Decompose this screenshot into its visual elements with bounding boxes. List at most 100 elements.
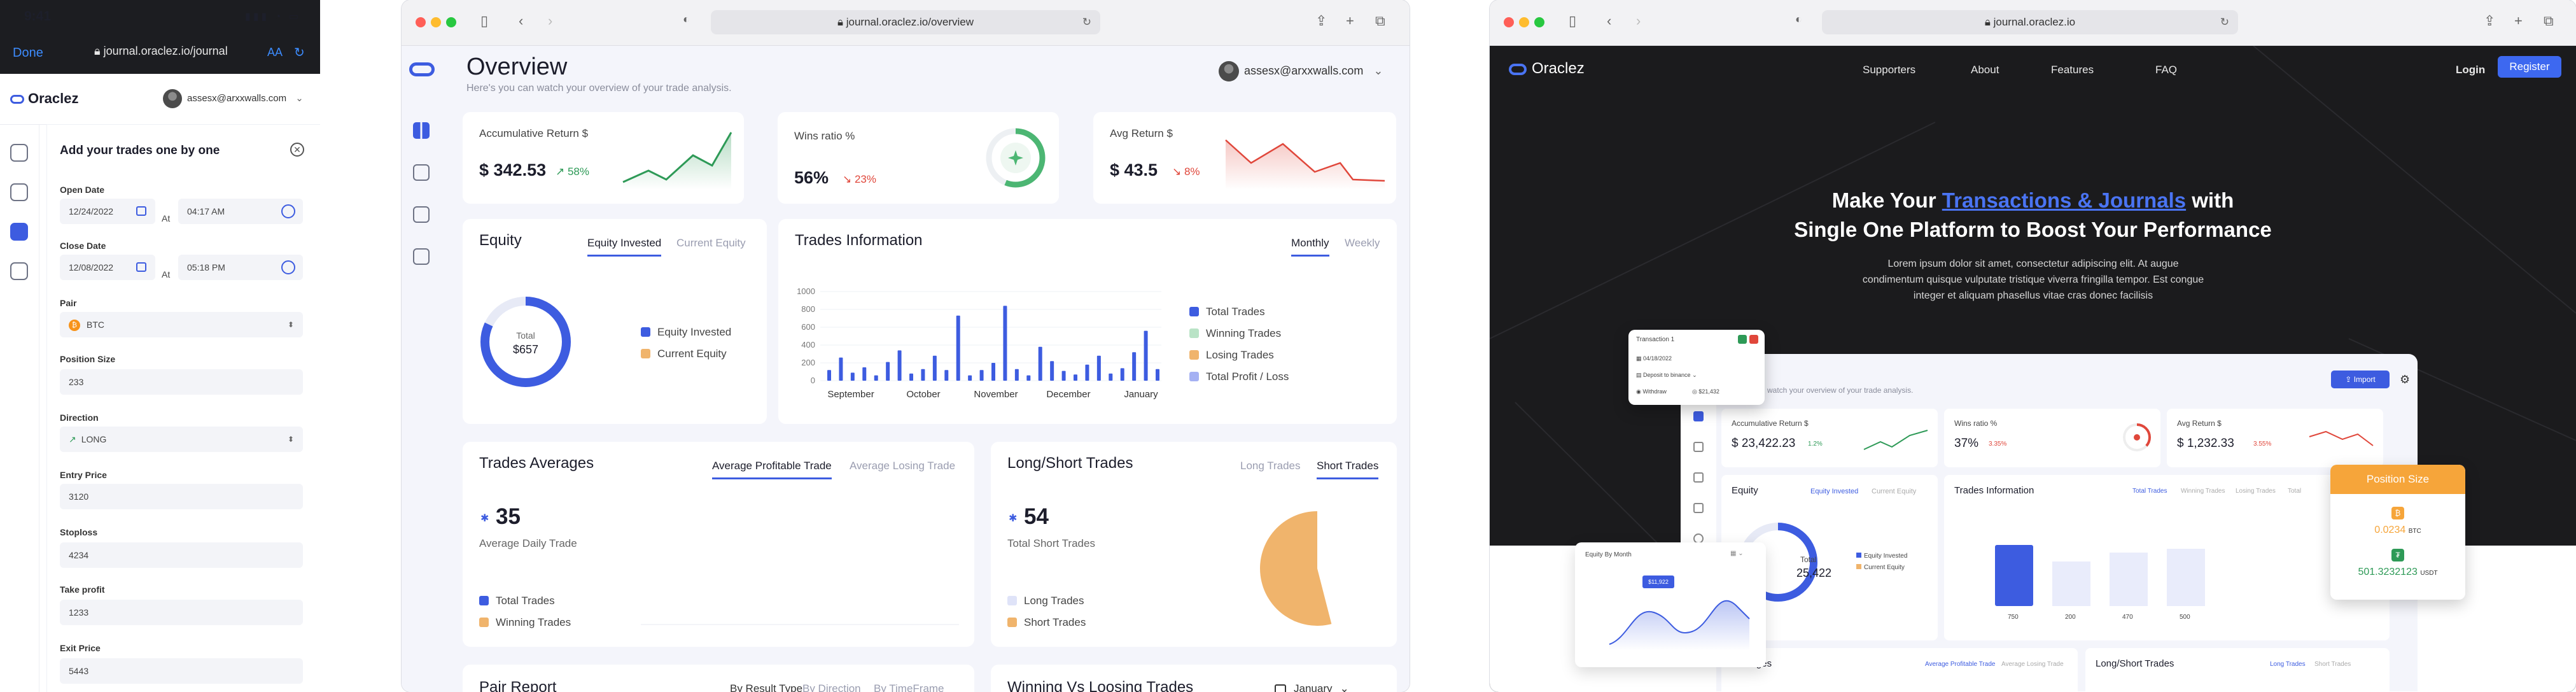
bar[interactable] — [968, 375, 972, 381]
login-button[interactable]: Login — [2456, 64, 2485, 76]
preview-tab-avg-losing[interactable]: Average Losing Trade — [2001, 661, 2064, 668]
bar[interactable] — [1074, 374, 1077, 381]
back-icon[interactable]: ‹ — [1607, 13, 1611, 29]
stoploss-input[interactable]: 4234 — [60, 542, 303, 568]
share-icon[interactable]: ⇪ — [2484, 13, 2495, 29]
minimize-window-button[interactable] — [1519, 17, 1529, 27]
bar[interactable] — [1120, 368, 1124, 381]
bar[interactable] — [1014, 369, 1019, 381]
maximize-window-button[interactable] — [446, 17, 456, 27]
close-icon[interactable]: ✕ — [290, 143, 304, 157]
tab-by-timeframe[interactable]: By TimeFrame — [874, 682, 944, 692]
reports-icon[interactable] — [1693, 503, 1704, 513]
dashboard-icon[interactable] — [1693, 411, 1704, 421]
bar[interactable] — [874, 375, 878, 381]
tab-current-equity[interactable]: Current Equity — [676, 237, 746, 255]
edit-icon[interactable] — [1738, 335, 1747, 344]
reload-icon[interactable]: ↻ — [294, 45, 305, 60]
dashboard-icon[interactable] — [413, 122, 430, 139]
address-bar[interactable]: 🔒︎ journal.oraclez.io ↻ — [1822, 10, 2238, 34]
trades-icon[interactable] — [10, 183, 28, 201]
journal-icon[interactable] — [1693, 472, 1704, 483]
bar[interactable] — [1156, 369, 1159, 381]
tab-average-losing[interactable]: Average Losing Trade — [850, 460, 955, 477]
bar[interactable] — [932, 355, 937, 381]
tab-overview-icon[interactable]: ⧉ — [1375, 13, 1385, 29]
preview-tab-long[interactable]: Long Trades — [2270, 661, 2306, 668]
trades-icon[interactable] — [1693, 442, 1704, 452]
take-profit-input[interactable]: 1233 — [60, 600, 303, 625]
bar[interactable] — [1050, 361, 1054, 381]
bar[interactable] — [897, 350, 902, 381]
nav-faq[interactable]: FAQ — [2155, 64, 2177, 76]
forward-icon[interactable]: › — [548, 13, 552, 29]
pair-select[interactable]: ₿ BTC ⬍ — [60, 312, 303, 337]
direction-select[interactable]: ↗ LONG ⬍ — [60, 427, 303, 452]
new-tab-icon[interactable]: + — [2514, 13, 2523, 29]
tab-weekly[interactable]: Weekly — [1345, 237, 1380, 255]
tab-by-direction[interactable]: By Direction — [802, 682, 861, 692]
reports-icon[interactable] — [413, 248, 430, 265]
position-size-input[interactable]: 233 — [60, 369, 303, 395]
clock-icon[interactable] — [281, 260, 295, 274]
preview-tab-avg-profitable[interactable]: Average Profitable Trade — [1925, 661, 1995, 668]
kpi-card-avg-return[interactable]: Avg Return $ $ 43.5 ↘ 8% — [1093, 112, 1396, 204]
gear-icon[interactable]: ⚙ — [2400, 373, 2410, 386]
phone-user-menu[interactable]: assesx@arxxwalls.com ⌄ — [163, 89, 304, 108]
delete-icon[interactable] — [1749, 335, 1758, 344]
calendar-icon[interactable]: ▦ ⌄ — [1730, 550, 1744, 557]
bar[interactable] — [1144, 330, 1148, 381]
address-bar[interactable]: 🔒︎ journal.oraclez.io/overview ↻ — [711, 10, 1100, 34]
reports-icon[interactable] — [10, 262, 28, 280]
bar[interactable] — [1061, 371, 1066, 381]
tab-equity-invested[interactable]: Equity Invested — [587, 237, 662, 257]
bar[interactable] — [991, 363, 995, 381]
preview-tab-total[interactable]: Total — [2288, 488, 2301, 495]
close-window-button[interactable] — [416, 17, 426, 27]
bar[interactable] — [1003, 306, 1007, 381]
bar[interactable] — [886, 362, 890, 381]
calendar-icon[interactable] — [136, 262, 146, 272]
bar[interactable] — [1096, 355, 1101, 381]
done-button[interactable]: Done — [13, 46, 43, 60]
bar[interactable] — [1109, 373, 1113, 381]
preview-tab-current-equity[interactable]: Current Equity — [1872, 488, 1916, 495]
minimize-window-button[interactable] — [431, 17, 441, 27]
close-window-button[interactable] — [1504, 17, 1514, 27]
bar[interactable] — [1132, 352, 1137, 381]
nav-about[interactable]: About — [1971, 64, 1999, 76]
register-button[interactable]: Register — [2498, 56, 2561, 78]
bar[interactable] — [909, 373, 913, 381]
landing-logo[interactable]: Oraclez — [1509, 60, 1585, 78]
reload-icon[interactable]: ↻ — [2220, 10, 2229, 34]
preview-tab-total-trades[interactable]: Total Trades — [2132, 488, 2167, 495]
nav-supporters[interactable]: Supporters — [1863, 64, 1915, 76]
phone-url-bar[interactable]: 🔒︎ journal.oraclez.io/journal — [94, 45, 228, 58]
tab-average-profitable[interactable]: Average Profitable Trade — [712, 460, 832, 479]
bar[interactable] — [862, 367, 867, 381]
pie-slice-short[interactable] — [1260, 511, 1332, 626]
preview-tab-winning-trades[interactable]: Winning Trades — [2181, 488, 2225, 495]
journal-icon[interactable] — [10, 223, 28, 241]
tab-long-trades[interactable]: Long Trades — [1240, 460, 1301, 477]
text-size-button[interactable]: AA — [267, 46, 283, 59]
import-button[interactable]: ⇪ Import — [2331, 371, 2390, 388]
bar[interactable] — [921, 369, 925, 381]
tab-overview-icon[interactable]: ⧉ — [2544, 13, 2554, 29]
bar[interactable] — [839, 357, 843, 381]
month-picker[interactable]: January ⌄ — [1275, 682, 1349, 692]
dashboard-icon[interactable] — [10, 144, 28, 162]
sidebar-toggle-icon[interactable]: ▯ — [1569, 13, 1576, 29]
nav-features[interactable]: Features — [2051, 64, 2094, 76]
tab-short-trades[interactable]: Short Trades — [1317, 460, 1379, 479]
forward-icon[interactable]: › — [1636, 13, 1641, 29]
bar[interactable] — [827, 370, 831, 381]
maximize-window-button[interactable] — [1534, 17, 1544, 27]
bar[interactable] — [944, 370, 949, 381]
sidebar-toggle-icon[interactable]: ▯ — [480, 13, 488, 29]
bar[interactable] — [979, 370, 984, 381]
logo-icon[interactable] — [409, 62, 435, 76]
tab-monthly[interactable]: Monthly — [1291, 237, 1329, 257]
tab-by-result-type[interactable]: By Result Type — [730, 682, 802, 692]
back-icon[interactable]: ‹ — [519, 13, 523, 29]
